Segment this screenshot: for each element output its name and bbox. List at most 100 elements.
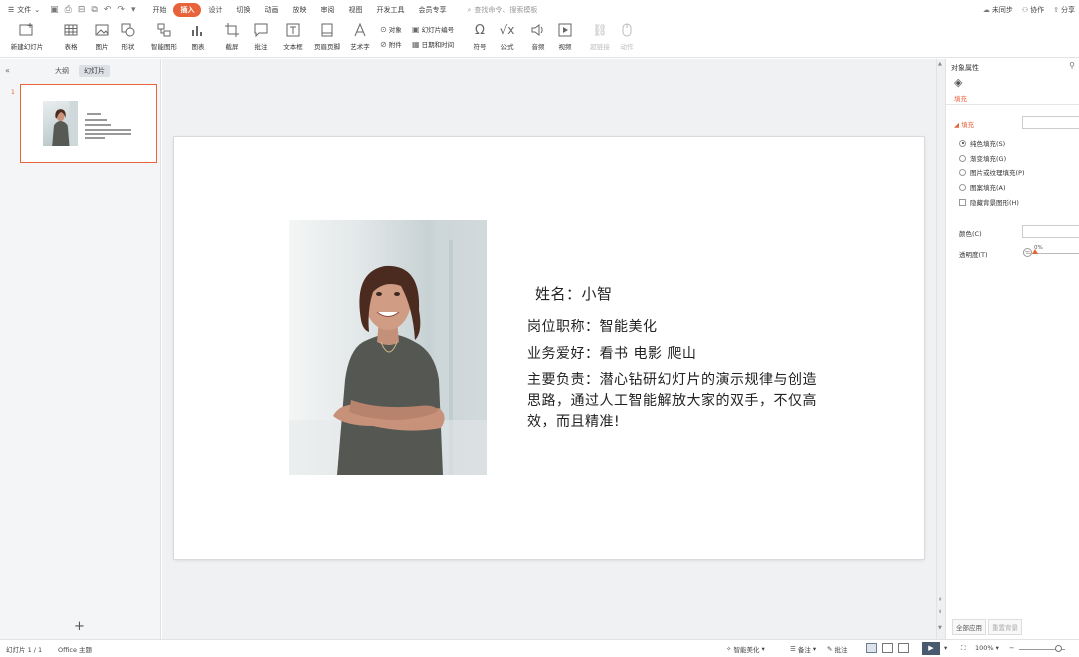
slide-sorter-icon[interactable] [882, 643, 893, 653]
collab-button[interactable]: ⚇ 协作 [1022, 5, 1044, 15]
sparkle-icon: ✧ [726, 645, 732, 653]
object-properties-panel: 对象属性 ⚲ ◈ 填充 ◢ 填充 纯色填充(S) 渐变填充(G) 图片或纹理填充… [945, 59, 1079, 639]
smartart-button[interactable]: 智能图形 [144, 22, 184, 51]
color-label: 颜色(C) [959, 230, 982, 238]
add-slide-button[interactable]: + [74, 619, 85, 634]
collapse-panel-icon[interactable]: « [5, 66, 10, 75]
shape-button[interactable]: 形状 [110, 22, 146, 51]
checkbox-box [959, 198, 966, 206]
scroll-next-icon[interactable]: ⇟ [938, 609, 942, 615]
zoom-out-button[interactable]: − [1009, 644, 1014, 652]
action-label: 动作 [620, 43, 634, 51]
tab-design[interactable]: 设计 [201, 3, 229, 17]
video-icon [557, 22, 573, 38]
radio-solid-fill[interactable]: 纯色填充(S) [959, 138, 1005, 148]
panel-title[interactable]: 对象属性 [951, 63, 979, 73]
normal-view-icon[interactable] [866, 643, 877, 653]
header-footer-button[interactable]: 页眉页脚 [309, 22, 345, 51]
textbox-button[interactable]: 文本框 [275, 22, 311, 51]
radio-label: 渐变填充(G) [970, 155, 1007, 163]
print-icon[interactable]: ⊟ [78, 5, 86, 15]
profile-photo[interactable] [289, 220, 487, 475]
tab-home[interactable]: 开始 [145, 3, 173, 17]
tab-transitions[interactable]: 切换 [229, 3, 257, 17]
slide-number-button[interactable]: ▣ 幻灯片编号 [412, 24, 454, 35]
fill-type-dropdown[interactable] [1022, 116, 1079, 129]
reading-view-icon[interactable] [898, 643, 909, 653]
scroll-up-icon[interactable]: ▲ [938, 61, 942, 67]
speaker-icon [530, 22, 546, 38]
slide-counter: 幻灯片 1 / 1 [6, 646, 43, 654]
tab-insert[interactable]: 插入 [173, 3, 202, 17]
undo-icon[interactable]: ↶ [104, 5, 112, 15]
comments-label: 批注 [834, 646, 848, 654]
color-picker[interactable] [1022, 225, 1079, 238]
zoom-level[interactable]: 100% ▾ [975, 644, 999, 652]
tab-member[interactable]: 会员专享 [411, 3, 453, 17]
attachment-button[interactable]: ⊘ 附件 [380, 39, 402, 50]
profile-name[interactable]: 姓名：小智 [535, 283, 613, 304]
hyperlink-label: 超链接 [590, 43, 610, 51]
reset-background-button[interactable]: 重置背景 [988, 619, 1022, 635]
video-button[interactable]: 视频 [547, 22, 583, 51]
smart-beautify-button[interactable]: ✧ 智能美化 ▾ [726, 644, 765, 654]
paint-bucket-icon[interactable]: ◈ [954, 76, 962, 89]
export-icon[interactable]: ⧉ [91, 5, 97, 15]
new-slide-button[interactable]: 新建幻灯片 [8, 22, 46, 51]
share-icon: ⇪ [1053, 6, 1059, 14]
scroll-down-icon[interactable]: ▼ [938, 625, 942, 631]
tab-review[interactable]: 审阅 [313, 3, 341, 17]
print-preview-icon[interactable]: ⎙ [65, 5, 72, 15]
tab-outline[interactable]: 大纲 [50, 65, 74, 77]
command-search[interactable]: ⌕ 查找命令、搜索模板 [467, 5, 537, 15]
pin-icon[interactable]: ⚲ [1069, 61, 1075, 70]
hide-background-checkbox[interactable]: 隐藏背景图形(H) [959, 197, 1019, 207]
scroll-prev-icon[interactable]: ⇞ [938, 597, 942, 603]
slide-thumbnail[interactable] [20, 84, 157, 163]
slide[interactable]: 姓名：小智 岗位职称：智能美化 业务爱好：看书 电影 爬山 主要负责：潜心钻研幻… [174, 137, 924, 559]
slider-thumb[interactable] [1032, 249, 1038, 254]
theme-name[interactable]: Office 主题 [58, 644, 92, 654]
object-label: 对象 [388, 26, 402, 34]
file-menu[interactable]: ☰ 文件 ⌄ [8, 5, 40, 15]
object-button[interactable]: ⊙ 对象 [380, 24, 402, 35]
tab-animations[interactable]: 动画 [257, 3, 285, 17]
save-icon[interactable]: ▣ [50, 5, 59, 15]
fit-window-icon[interactable]: ⛶ [961, 644, 966, 653]
tab-developer[interactable]: 开发工具 [369, 3, 411, 17]
datetime-button[interactable]: ▦ 日期和时间 [412, 39, 454, 50]
thumbnail-text-line [85, 129, 131, 131]
notes-button[interactable]: ☰ 备注 ▾ [790, 644, 816, 654]
vertical-scrollbar[interactable]: ▲ ⇞ ⇟ ▼ [936, 59, 945, 639]
zoom-slider-thumb[interactable] [1055, 645, 1062, 652]
profile-hobbies[interactable]: 业务爱好：看书 电影 爬山 [527, 343, 696, 363]
tab-view[interactable]: 视图 [341, 3, 369, 17]
sync-button[interactable]: ☁ 未同步 [983, 5, 1013, 15]
action-button[interactable]: 动作 [609, 22, 645, 51]
thumbnail-text-line [85, 124, 111, 126]
redo-icon[interactable]: ↷ [117, 5, 125, 15]
play-slideshow-button[interactable]: ▶ [922, 642, 940, 655]
cloud-icon: ☁ [982, 6, 990, 14]
radio-label: 纯色填充(S) [970, 140, 1006, 148]
radio-gradient-fill[interactable]: 渐变填充(G) [959, 153, 1006, 163]
slideshow-options-icon[interactable]: ▾ [944, 644, 947, 652]
radio-dot [959, 154, 966, 162]
tab-slides[interactable]: 幻灯片 [79, 65, 110, 77]
share-button[interactable]: ⇪ 分享 [1053, 5, 1075, 15]
formula-label: 公式 [500, 43, 514, 51]
profile-job-title[interactable]: 岗位职称：智能美化 [527, 316, 658, 336]
comment-button[interactable]: 批注 [243, 22, 279, 51]
chart-button[interactable]: 图表 [180, 22, 216, 51]
radio-picture-fill[interactable]: 图片或纹理填充(P) [959, 167, 1025, 177]
fill-section-header[interactable]: ◢ 填充 [954, 119, 974, 129]
radio-label: 图片或纹理填充(P) [970, 169, 1025, 177]
customize-icon[interactable]: ▾ [131, 5, 136, 15]
apply-all-button[interactable]: 全部应用 [952, 619, 986, 635]
radio-pattern-fill[interactable]: 图案填充(A) [959, 182, 1006, 192]
tab-slideshow[interactable]: 放映 [285, 3, 313, 17]
symbol-label: 符号 [473, 43, 487, 51]
wordart-button[interactable]: 艺术字 [342, 22, 378, 51]
profile-responsibilities[interactable]: 主要负责：潜心钻研幻灯片的演示规律与创造思路，通过人工智能解放大家的双手，不仅高… [527, 370, 827, 433]
comments-button[interactable]: ✎ 批注 [827, 644, 847, 654]
